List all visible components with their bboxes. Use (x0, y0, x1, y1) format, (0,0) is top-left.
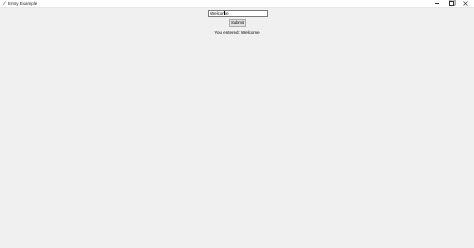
feather-icon (2, 1, 6, 6)
minimize-button[interactable] (430, 0, 444, 7)
minimize-icon (435, 3, 439, 4)
app-window: Entry Example Submit You entered: Welcom… (0, 0, 474, 248)
restore-icon (448, 1, 454, 6)
output-label: You entered: Welcome (214, 30, 260, 35)
main-content: Submit You entered: Welcome (0, 8, 474, 248)
submit-button[interactable]: Submit (229, 19, 246, 27)
text-cursor (224, 11, 225, 15)
title-bar[interactable]: Entry Example (0, 0, 474, 8)
window-title: Entry Example (8, 1, 38, 6)
close-icon (462, 1, 468, 6)
close-button[interactable] (458, 0, 472, 7)
maximize-button[interactable] (444, 0, 458, 7)
text-entry[interactable] (208, 10, 268, 17)
